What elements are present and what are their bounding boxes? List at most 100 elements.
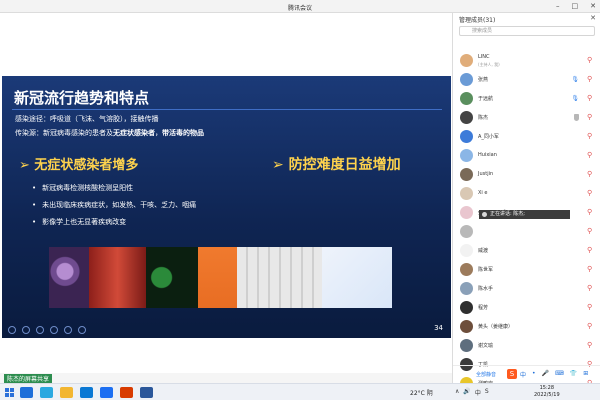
microphone-muted-icon[interactable]: ⚲ [587, 171, 593, 178]
microphone-muted-icon[interactable]: ⚲ [587, 95, 593, 102]
maximize-icon[interactable]: □ [572, 2, 579, 10]
mute-all-button[interactable]: 全部静音 [476, 371, 496, 378]
participant-row[interactable]: 于远航 🎙 ⚲ [453, 89, 600, 108]
participant-row[interactable]: 张燕 🎙 ⚲ [453, 70, 600, 89]
taskbar: 22°C 阴 ∧ 🔊 中 S 15:28 2022/5/19 [0, 383, 600, 400]
participant-row[interactable]: 陈杰 ⚲ [453, 108, 600, 127]
tray-icon[interactable]: 🔊 [463, 388, 470, 397]
next-slide-icon[interactable] [22, 326, 30, 334]
ime-icon[interactable]: ⌨ [555, 370, 564, 379]
ime-icon[interactable]: 🎤 [542, 370, 549, 379]
pen-icon[interactable] [36, 326, 44, 334]
clock[interactable]: 15:28 2022/5/19 [534, 385, 560, 399]
tray-icon[interactable]: S [485, 388, 489, 397]
microphone-muted-icon[interactable]: ⚲ [587, 342, 593, 349]
microphone-muted-icon[interactable]: ⚲ [587, 76, 593, 83]
taskbar-app-icon[interactable] [60, 387, 73, 398]
microphone-muted-icon[interactable]: ⚲ [587, 266, 593, 273]
participant-name: Huixian [478, 152, 497, 158]
windows-start-icon[interactable] [5, 388, 14, 397]
ime-icon[interactable]: 中 [520, 370, 526, 379]
microphone-muted-icon[interactable]: ⚲ [587, 152, 593, 159]
participant-name: 张燕 [478, 77, 489, 83]
taskbar-app-icon[interactable] [140, 387, 153, 398]
sogou-ime-icon[interactable]: S [507, 369, 517, 379]
participant-row[interactable]: LINC (主持人, 我) ⚲ [453, 51, 600, 70]
participant-row[interactable]: 谢文瑜 ⚲ [453, 336, 600, 355]
microphone-muted-icon[interactable]: ⚲ [587, 209, 593, 216]
participant-row[interactable]: Huixian ⚲ [453, 146, 600, 165]
microphone-on-icon: 🎙 [571, 76, 579, 83]
panel-footer: 全部静音 S 中 • 🎤 ⌨ 👕 ⊞ [453, 365, 600, 383]
microphone-muted-icon[interactable]: ⚲ [587, 285, 593, 292]
taskbar-app-icon[interactable] [20, 387, 33, 398]
close-icon[interactable]: ✕ [590, 14, 596, 22]
taskbar-app-icon[interactable] [100, 387, 113, 398]
sneeze-illustration [198, 247, 237, 308]
participant-name: LINC [478, 54, 490, 60]
participant-list: LINC (主持人, 我) ⚲ 张燕 🎙 ⚲ 于远航 🎙 ⚲ 陈杰 ⚲ A_同小军 ⚲ Huixian ⚲ J… [453, 51, 600, 393]
grid-icon[interactable] [64, 326, 72, 334]
ime-icon[interactable]: 👕 [570, 370, 577, 379]
minimize-icon[interactable]: – [556, 2, 560, 10]
virus-image [49, 247, 89, 308]
bullet-item: 未出现临床疾病症状，如发热、干咳、乏力、咽痛 [32, 197, 196, 214]
member-search-input[interactable]: 搜索成员 [459, 26, 595, 36]
taskbar-app-icon[interactable] [40, 387, 53, 398]
prev-slide-icon[interactable] [8, 326, 16, 334]
participant-name: Justjin [478, 171, 494, 177]
illustration-strip [49, 247, 392, 308]
taskbar-app-icon[interactable] [120, 387, 133, 398]
participant-row[interactable]: Justjin ⚲ [453, 165, 600, 184]
zoom-icon[interactable] [50, 326, 58, 334]
participant-name: 威渡 [478, 248, 489, 254]
participant-row[interactable]: 威渡 ⚲ [453, 241, 600, 260]
participant-row[interactable]: Xi e ⚲ [453, 184, 600, 203]
avatar [460, 92, 473, 105]
panel-title: 管理成员(31) [459, 17, 496, 24]
slide-infection-source: 传染源：新冠病毒感染的患者及无症状感染者，带活毒的物品 [15, 128, 204, 138]
screen-share-bar: 陈杰的屏幕共享 [0, 373, 452, 383]
participant-row[interactable]: 陈水手 ⚲ [453, 279, 600, 298]
weather-widget[interactable]: 22°C 阴 [410, 388, 433, 397]
ime-icon[interactable]: ⊞ [583, 370, 588, 379]
participant-name: 陈杰 [478, 115, 489, 121]
more-icon[interactable] [78, 326, 86, 334]
slide-infection-route: 感染途径：呼吸道（飞沫、气溶胶），接触传播 [15, 115, 159, 123]
tray-icon[interactable]: 中 [475, 388, 481, 397]
microphone-muted-icon[interactable]: ⚲ [587, 133, 593, 140]
bullet-item: 影像学上也无显著疾病改变 [32, 214, 196, 231]
ime-icon[interactable]: • [532, 370, 536, 379]
participant-row[interactable]: 黄头（姜继康） ⚲ [453, 317, 600, 336]
microphone-muted-icon[interactable]: ⚲ [587, 114, 593, 121]
close-icon[interactable]: ✕ [590, 2, 596, 10]
participant-row[interactable]: 陈世军 ⚲ [453, 260, 600, 279]
participant-row[interactable]: ⚲ [453, 222, 600, 241]
heading-asymptomatic: ➢ 无症状感染者增多 [19, 158, 139, 173]
infection-source-bold: 无症状感染者 [113, 129, 155, 137]
participant-row[interactable]: 程芳 ⚲ [453, 298, 600, 317]
microbe-image [146, 247, 198, 308]
microphone-muted-icon[interactable]: ⚲ [587, 57, 593, 64]
taskbar-app-icon[interactable] [80, 387, 93, 398]
participant-name: A_同小军 [478, 134, 499, 140]
microphone-muted-icon[interactable]: ⚲ [587, 228, 593, 235]
participant-role: (主持人, 我) [478, 62, 500, 67]
heading-prevention: ➢ 防控难度日益增加 [272, 157, 401, 173]
avatar [460, 206, 473, 219]
screen-share-label[interactable]: 陈杰的屏幕共享 [4, 374, 53, 383]
bullet-list: 新冠病毒检测核酸检测呈阳性 未出现临床疾病症状，如发热、干咳、乏力、咽痛 影像学… [32, 180, 196, 231]
participant-row[interactable]: A_同小军 ⚲ [453, 127, 600, 146]
shared-screen-area: 新冠流行趋势和特点 感染途径：呼吸道（飞沫、气溶胶），接触传播 传染源：新冠病毒… [0, 13, 452, 373]
tray-icon[interactable]: ∧ [455, 388, 459, 397]
window-title: 腾讯会议 [287, 5, 312, 12]
bullet-item: 新冠病毒检测核酸检测呈阳性 [32, 180, 196, 197]
microphone-muted-icon[interactable]: ⚲ [587, 304, 593, 311]
microphone-muted-icon[interactable]: ⚲ [587, 323, 593, 330]
microphone-muted-icon[interactable]: ⚲ [587, 190, 593, 197]
participant-name: 陈水手 [478, 286, 494, 292]
network-diagram [322, 247, 392, 308]
infection-source-prefix: 传染源：新冠病毒感染的患者及 [15, 129, 113, 137]
participant-name: 于远航 [478, 96, 494, 102]
microphone-muted-icon[interactable]: ⚲ [587, 247, 593, 254]
